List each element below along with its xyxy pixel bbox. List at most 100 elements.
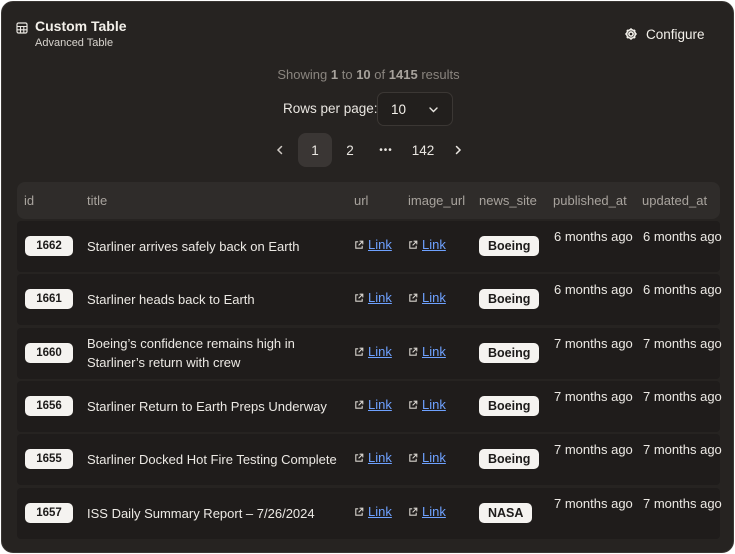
summary-total: 1415 bbox=[388, 67, 418, 82]
id-badge: 1662 bbox=[25, 236, 73, 256]
table-row: 1655 Starliner Docked Hot Fire Testing Co… bbox=[17, 434, 722, 485]
row-title: Starliner Docked Hot Fire Testing Comple… bbox=[87, 452, 337, 467]
news-site-badge: Boeing bbox=[479, 289, 540, 309]
url-link[interactable]: Link bbox=[354, 450, 392, 465]
url-link-label: Link bbox=[368, 344, 392, 359]
image-url-link[interactable]: Link bbox=[408, 344, 446, 359]
summary-to: 10 bbox=[356, 67, 371, 82]
external-link-icon bbox=[355, 400, 364, 409]
image-url-link-label: Link bbox=[422, 504, 446, 519]
external-link-icon bbox=[355, 293, 364, 302]
image-url-link-label: Link bbox=[422, 290, 446, 305]
column-header-url[interactable]: url bbox=[354, 193, 368, 208]
news-site-badge: Boeing bbox=[479, 343, 540, 363]
table-row: 1661 Starliner heads back to Earth Link Lin… bbox=[17, 274, 722, 325]
url-link[interactable]: Link bbox=[354, 344, 392, 359]
url-link-label: Link bbox=[368, 237, 392, 252]
url-link[interactable]: Link bbox=[354, 290, 392, 305]
table-row: 1657 ISS Daily Summary Report – 7/26/2024… bbox=[17, 488, 722, 539]
external-link-icon bbox=[355, 507, 364, 516]
page-button-2[interactable]: 2 bbox=[335, 133, 365, 167]
summary-prefix: Showing bbox=[277, 67, 328, 82]
rows-per-page-value: 10 bbox=[391, 101, 407, 117]
summary-to-word: to bbox=[341, 67, 353, 82]
column-header-id[interactable]: id bbox=[24, 193, 34, 208]
updated-at: 6 months ago bbox=[643, 229, 722, 244]
id-badge: 1660 bbox=[25, 343, 73, 363]
published-at: 7 months ago bbox=[554, 442, 633, 457]
external-link-icon bbox=[409, 400, 418, 409]
next-page-button[interactable] bbox=[446, 133, 470, 167]
chevron-left-icon bbox=[276, 145, 283, 155]
news-site-badge: NASA bbox=[479, 503, 533, 523]
page-subtitle: Advanced Table bbox=[35, 37, 114, 49]
published-at: 6 months ago bbox=[554, 282, 633, 297]
external-link-icon bbox=[355, 347, 364, 356]
row-title: ISS Daily Summary Report – 7/26/2024 bbox=[87, 506, 315, 521]
summary-of-word: of bbox=[374, 67, 386, 82]
table-row: 1656 Starliner Return to Earth Preps Unde… bbox=[17, 381, 722, 432]
summary-suffix: results bbox=[421, 67, 460, 82]
page-button-142[interactable]: 142 bbox=[405, 133, 441, 167]
external-link-icon bbox=[409, 453, 418, 462]
table-row: 1662 Starliner arrives safely back on Ear… bbox=[17, 221, 722, 272]
id-badge: 1657 bbox=[25, 503, 73, 523]
news-site-badge: Boeing bbox=[479, 449, 540, 469]
id-badge: 1656 bbox=[25, 396, 73, 416]
column-header-news-site[interactable]: news_site bbox=[479, 193, 537, 208]
row-title: Boeing’s confidence remains high in Star… bbox=[87, 336, 295, 370]
image-url-link-label: Link bbox=[422, 397, 446, 412]
chevron-right-icon bbox=[455, 145, 462, 155]
image-url-link[interactable]: Link bbox=[408, 290, 446, 305]
page-button-1[interactable]: 1 bbox=[298, 133, 332, 167]
id-badge: 1661 bbox=[25, 289, 73, 309]
column-header-title[interactable]: title bbox=[87, 193, 107, 208]
news-site-badge: Boeing bbox=[479, 236, 540, 256]
updated-at: 7 months ago bbox=[643, 336, 722, 351]
external-link-icon bbox=[409, 240, 418, 249]
image-url-link-label: Link bbox=[422, 344, 446, 359]
published-at: 7 months ago bbox=[554, 389, 633, 404]
published-at: 6 months ago bbox=[554, 229, 633, 244]
row-title: Starliner heads back to Earth bbox=[87, 292, 255, 307]
rows-per-page-select[interactable]: 10 bbox=[377, 92, 453, 126]
column-header-updated-at[interactable]: updated_at bbox=[642, 193, 707, 208]
published-at: 7 months ago bbox=[554, 336, 633, 351]
updated-at: 7 months ago bbox=[643, 496, 722, 511]
table-card: Custom Table Advanced Table Configure Sh… bbox=[1, 1, 734, 553]
configure-button[interactable]: Configure bbox=[624, 24, 705, 44]
page-title: Custom Table bbox=[35, 18, 127, 34]
url-link-label: Link bbox=[368, 504, 392, 519]
image-url-link[interactable]: Link bbox=[408, 450, 446, 465]
summary-from: 1 bbox=[330, 67, 339, 82]
url-link-label: Link bbox=[368, 397, 392, 412]
results-summary: Showing 1 to 10 of 1415 results bbox=[2, 67, 733, 82]
url-link[interactable]: Link bbox=[354, 237, 392, 252]
published-at: 7 months ago bbox=[554, 496, 633, 511]
gear-icon bbox=[625, 28, 637, 40]
row-title: Starliner Return to Earth Preps Underway bbox=[87, 399, 327, 414]
column-header-image-url[interactable]: image_url bbox=[408, 193, 465, 208]
configure-label: Configure bbox=[646, 26, 705, 42]
url-link[interactable]: Link bbox=[354, 397, 392, 412]
external-link-icon bbox=[355, 453, 364, 462]
prev-page-button[interactable] bbox=[268, 133, 292, 167]
row-title: Starliner arrives safely back on Earth bbox=[87, 239, 300, 254]
column-header-published-at[interactable]: published_at bbox=[553, 193, 627, 208]
chevron-down-icon bbox=[429, 107, 438, 113]
image-url-link[interactable]: Link bbox=[408, 504, 446, 519]
updated-at: 7 months ago bbox=[643, 389, 722, 404]
image-url-link[interactable]: Link bbox=[408, 397, 446, 412]
external-link-icon bbox=[409, 293, 418, 302]
external-link-icon bbox=[409, 507, 418, 516]
external-link-icon bbox=[409, 347, 418, 356]
updated-at: 6 months ago bbox=[643, 282, 722, 297]
image-url-link-label: Link bbox=[422, 450, 446, 465]
table-icon bbox=[16, 22, 28, 34]
url-link-label: Link bbox=[368, 450, 392, 465]
table-row: 1660 Boeing’s confidence remains high in … bbox=[17, 328, 722, 379]
url-link[interactable]: Link bbox=[354, 504, 392, 519]
page-ellipsis: ••• bbox=[379, 144, 393, 156]
image-url-link[interactable]: Link bbox=[408, 237, 446, 252]
url-link-label: Link bbox=[368, 290, 392, 305]
